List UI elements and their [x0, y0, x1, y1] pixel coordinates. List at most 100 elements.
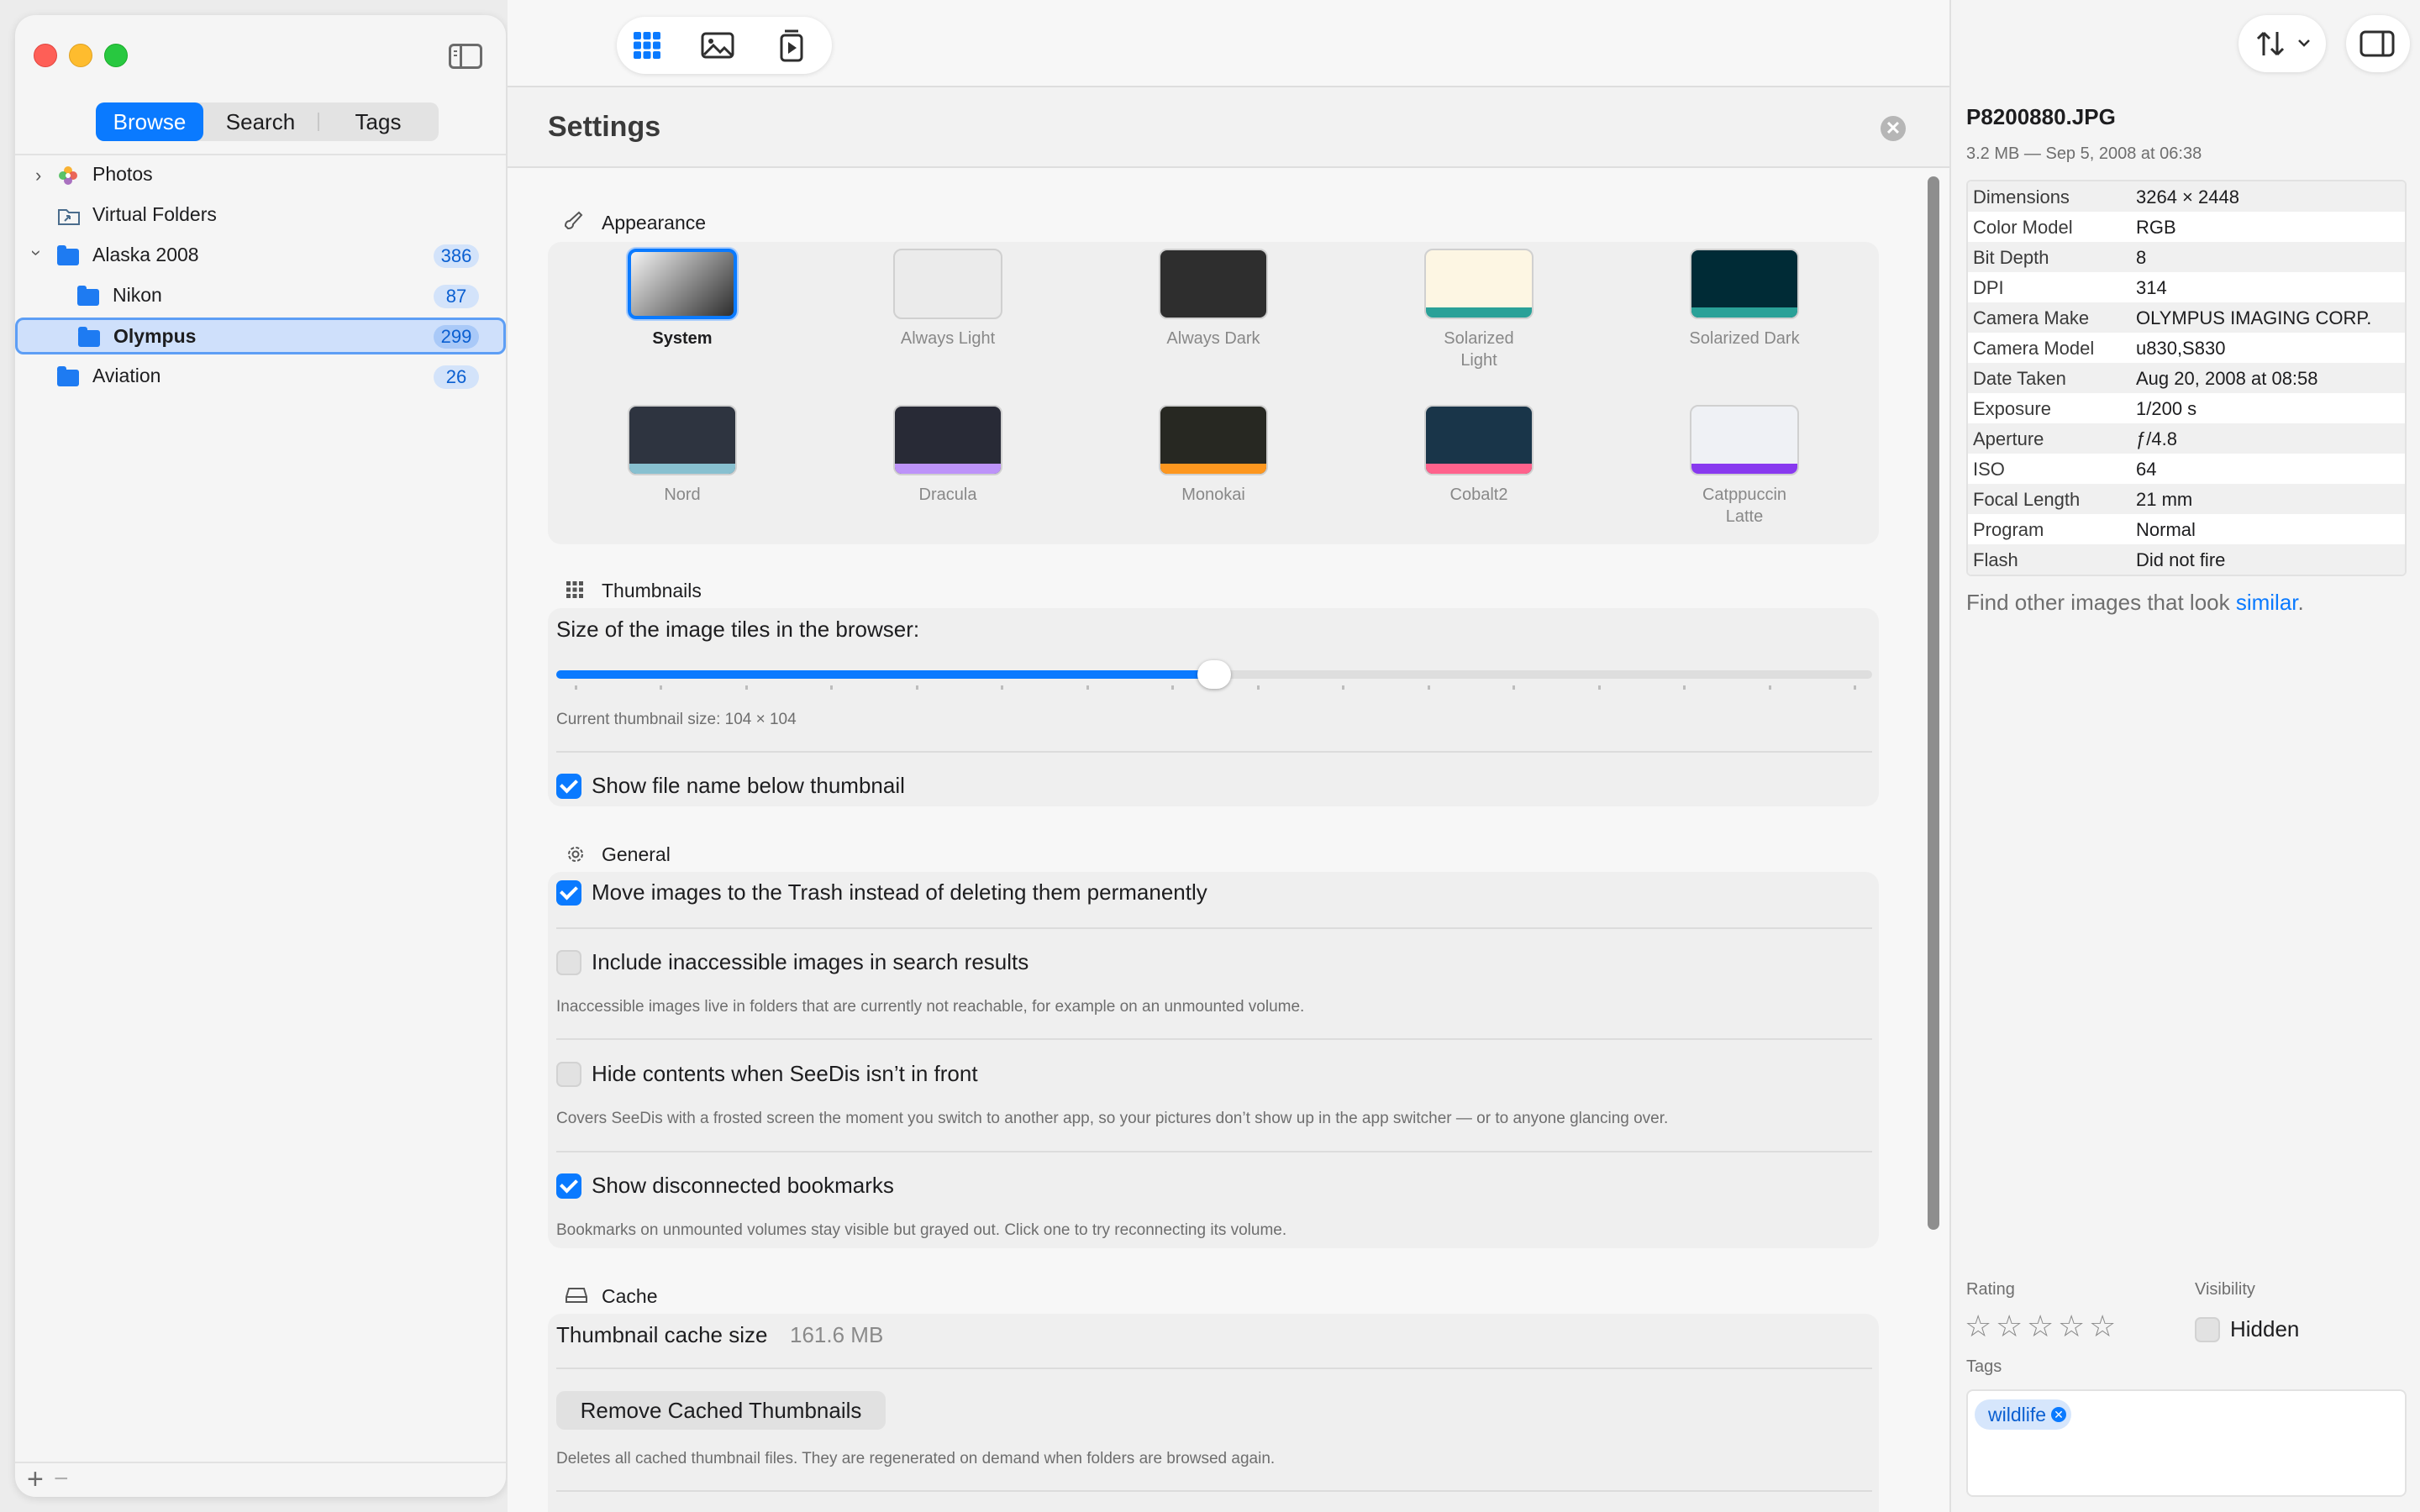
- cache-section-title: Cache: [602, 1285, 658, 1307]
- remove-cached-thumbnails-button[interactable]: Remove Cached Thumbnails: [556, 1391, 886, 1430]
- thumbnail-size-slider-fill: [556, 670, 1214, 679]
- find-similar-prefix: Find other images that look: [1966, 590, 2236, 615]
- theme-option-always-light[interactable]: Always Light: [891, 249, 1005, 349]
- remove-folder-button[interactable]: −: [54, 1465, 69, 1494]
- exif-row: Date Taken Aug 20, 2008 at 08:58: [1968, 363, 2405, 393]
- theme-swatch: [1159, 249, 1268, 319]
- theme-label: Dracula: [918, 486, 977, 504]
- slider-tick: [1342, 685, 1345, 690]
- tree-item-label: Nikon: [113, 284, 162, 306]
- tag-chip[interactable]: wildlife ✕: [1975, 1399, 2072, 1430]
- sort-menu-button[interactable]: [2238, 15, 2326, 72]
- photos-icon: [57, 165, 79, 185]
- thumbnail-size-slider-knob[interactable]: [1197, 660, 1231, 689]
- virtual-folder-icon: [57, 205, 80, 225]
- star-icon[interactable]: ☆: [1965, 1309, 1991, 1344]
- gear-icon: [565, 843, 587, 865]
- theme-swatch: [893, 249, 1002, 319]
- theme-option-solarized-dark[interactable]: Solarized Dark: [1687, 249, 1802, 349]
- chevron-right-icon[interactable]: ›: [35, 165, 41, 186]
- exif-row: Camera Make OLYMPUS IMAGING CORP.: [1968, 302, 2405, 333]
- chevron-down-icon[interactable]: ›: [26, 249, 48, 255]
- row-separator: [556, 1038, 1872, 1040]
- theme-swatch: [1159, 405, 1268, 475]
- sidebar-toggle-icon[interactable]: [449, 44, 482, 69]
- tree-item-olympus[interactable]: Olympus 299: [15, 318, 506, 354]
- sidebar-footer-separator: [15, 1462, 506, 1463]
- drive-icon: [565, 1285, 587, 1307]
- settings-scrollbar-thumb[interactable]: [1928, 176, 1939, 1230]
- include-inaccessible-description: Inaccessible images live in folders that…: [556, 998, 1305, 1016]
- tree-item-label: Olympus: [113, 325, 197, 347]
- theme-option-always-dark[interactable]: Always Dark: [1156, 249, 1270, 349]
- tree-item-label: Alaska 2008: [92, 244, 199, 265]
- tree-item-virtual-folders[interactable]: Virtual Folders: [15, 197, 506, 234]
- show-disconnected-bookmarks-checkbox[interactable]: [556, 1173, 581, 1199]
- tab-search[interactable]: Search: [207, 102, 314, 141]
- exif-key: Camera Make: [1973, 307, 2090, 328]
- count-badge: 386: [434, 244, 479, 268]
- remove-tag-icon[interactable]: ✕: [2051, 1407, 2067, 1422]
- view-mode-toolbar: [617, 17, 832, 74]
- tab-tags[interactable]: Tags: [321, 102, 435, 141]
- theme-option-cobalt2[interactable]: Cobalt2: [1422, 405, 1536, 506]
- theme-label: System: [652, 329, 713, 348]
- exif-key: Focal Length: [1973, 489, 2081, 510]
- exif-row: Camera Model u830,S830: [1968, 333, 2405, 363]
- exif-row: Color Model RGB: [1968, 212, 2405, 242]
- show-filename-checkbox[interactable]: [556, 774, 581, 799]
- slider-tick: [660, 685, 663, 690]
- slider-tick: [1427, 685, 1430, 690]
- star-icon[interactable]: ☆: [2027, 1309, 2054, 1344]
- tab-browse[interactable]: Browse: [96, 102, 203, 141]
- theme-option-catppuccin-latte[interactable]: Catppuccin Latte: [1687, 405, 1802, 528]
- window-minimize-button[interactable]: [69, 44, 92, 67]
- window-zoom-button[interactable]: [104, 44, 128, 67]
- row-separator: [556, 1151, 1872, 1152]
- theme-accent-strip: [1426, 464, 1532, 474]
- theme-accent-strip: [1426, 307, 1532, 318]
- toggle-inspector-button[interactable]: [2346, 15, 2410, 72]
- add-folder-button[interactable]: +: [27, 1463, 44, 1496]
- hide-contents-checkbox[interactable]: [556, 1062, 581, 1087]
- folder-icon: [57, 366, 79, 386]
- exif-table: Dimensions 3264 × 2448 Color Model RGB Bit D…: [1966, 180, 2407, 576]
- show-disconnected-bookmarks-description: Bookmarks on unmounted volumes stay visi…: [556, 1221, 1287, 1239]
- tree-item-nikon[interactable]: Nikon 87: [15, 277, 506, 314]
- theme-option-system[interactable]: System: [625, 249, 739, 349]
- include-inaccessible-checkbox[interactable]: [556, 950, 581, 975]
- slider-tick: [915, 685, 918, 690]
- slider-tick: [830, 685, 834, 690]
- window-close-button[interactable]: [34, 44, 57, 67]
- theme-swatch: [1424, 405, 1534, 475]
- exif-value: 3264 × 2448: [2136, 186, 2239, 207]
- tree-item-aviation[interactable]: Aviation 26: [15, 358, 506, 395]
- close-settings-button[interactable]: ✕: [1881, 116, 1906, 141]
- theme-option-nord[interactable]: Nord: [625, 405, 739, 506]
- star-icon[interactable]: ☆: [1996, 1309, 2023, 1344]
- move-to-trash-checkbox[interactable]: [556, 880, 581, 906]
- exif-value: 314: [2136, 277, 2167, 298]
- slider-tick: [1001, 685, 1004, 690]
- slider-tick: [1256, 685, 1260, 690]
- hidden-checkbox[interactable]: [2195, 1317, 2220, 1342]
- tree-item-photos[interactable]: › Photos: [15, 156, 506, 193]
- exif-row: Exposure 1/200 s: [1968, 393, 2405, 423]
- thumbnails-section-title: Thumbnails: [602, 580, 702, 601]
- file-metadata: 3.2 MB — Sep 5, 2008 at 06:38: [1966, 144, 2202, 163]
- star-icon[interactable]: ☆: [2058, 1309, 2085, 1344]
- star-icon[interactable]: ☆: [2089, 1309, 2116, 1344]
- find-similar-link[interactable]: similar: [2236, 590, 2298, 615]
- move-to-trash-label: Move images to the Trash instead of dele…: [592, 879, 1207, 905]
- image-icon[interactable]: [699, 29, 736, 62]
- theme-option-monokai[interactable]: Monokai: [1156, 405, 1270, 506]
- hide-contents-description: Covers SeeDis with a frosted screen the …: [556, 1110, 1669, 1127]
- exif-row: Bit Depth 8: [1968, 242, 2405, 272]
- theme-option-solarized-light[interactable]: Solarized Light: [1422, 249, 1536, 371]
- grid-icon[interactable]: [630, 29, 664, 62]
- slideshow-icon[interactable]: [775, 27, 808, 64]
- theme-option-dracula[interactable]: Dracula: [891, 405, 1005, 506]
- tree-item-alaska-2008[interactable]: › Alaska 2008 386: [15, 237, 506, 274]
- exif-key: Camera Model: [1973, 338, 2095, 359]
- exif-value: 64: [2136, 459, 2157, 480]
